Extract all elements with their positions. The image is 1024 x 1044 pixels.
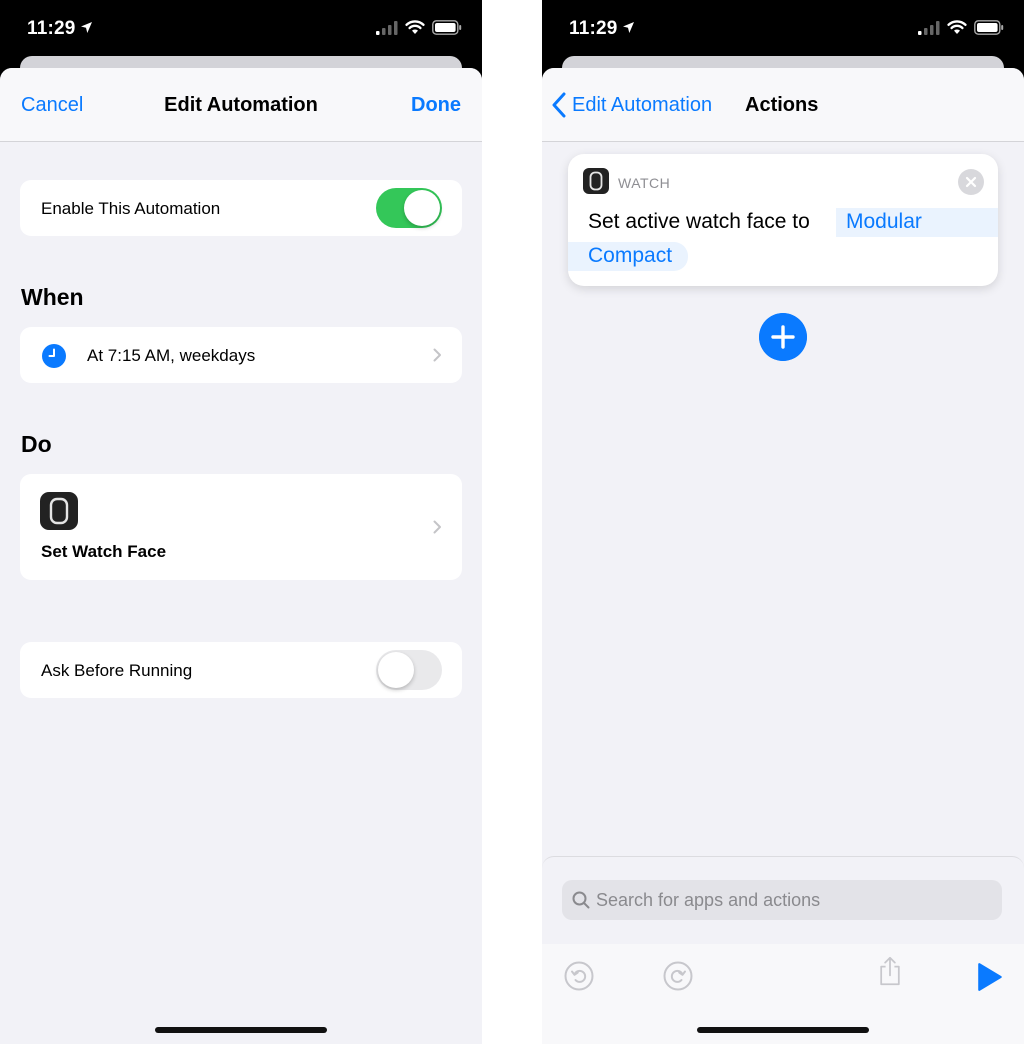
toggle-knob — [378, 652, 414, 688]
when-section-header: When — [21, 284, 84, 310]
back-button-label: Edit Automation — [572, 93, 713, 116]
action-search-panel: Search for apps and actions — [542, 856, 1024, 1044]
location-arrow-icon — [623, 22, 634, 33]
page-title: Edit Automation — [164, 94, 318, 116]
status-icons — [376, 20, 462, 35]
edit-automation-sheet: Cancel Edit Automation Done Enable This … — [0, 68, 482, 1044]
navigation-bar: Edit Automation Actions — [542, 68, 1024, 142]
wifi-icon — [947, 20, 967, 34]
actions-sheet: Edit Automation Actions WATCH Set active… — [542, 68, 1024, 1044]
wifi-icon — [405, 20, 425, 34]
redo-icon[interactable] — [663, 961, 693, 991]
remove-action-icon[interactable] — [958, 169, 984, 195]
undo-icon[interactable] — [564, 961, 594, 991]
action-card[interactable]: WATCH Set active watch face to Modular C… — [568, 154, 998, 286]
watch-app-icon — [583, 168, 609, 194]
enable-automation-label: Enable This Automation — [41, 199, 221, 218]
signal-icon — [376, 20, 398, 35]
navigation-bar: Cancel Edit Automation Done — [0, 68, 482, 142]
battery-icon — [974, 20, 1004, 35]
action-text: Set active watch face to — [588, 210, 810, 233]
action-app-label: WATCH — [618, 175, 671, 191]
toggle-knob — [404, 190, 440, 226]
ask-before-running-toggle[interactable] — [376, 650, 442, 690]
chevron-right-icon — [433, 348, 441, 362]
enable-automation-toggle[interactable] — [376, 188, 442, 228]
done-button[interactable]: Done — [411, 94, 461, 117]
action-label: Set Watch Face — [41, 542, 167, 561]
watch-face-parameter-continued[interactable]: Compact — [568, 242, 688, 271]
chevron-left-icon — [552, 92, 566, 118]
watch-face-parameter[interactable]: Modular — [836, 208, 998, 237]
page-title: Actions — [745, 94, 819, 116]
trigger-row[interactable]: At 7:15 AM, weekdays — [20, 327, 462, 383]
share-icon[interactable] — [875, 956, 905, 986]
search-icon — [572, 891, 590, 909]
action-row[interactable]: Set Watch Face — [20, 474, 462, 580]
phone-screen-actions: 11:29 Edit Automation Actions WATCH Set … — [542, 0, 1024, 1044]
status-time: 11:29 — [27, 18, 76, 39]
location-arrow-icon — [81, 22, 92, 33]
status-bar: 11:29 — [542, 0, 1024, 58]
ask-before-running-row: Ask Before Running — [20, 642, 462, 698]
do-section-header: Do — [21, 431, 52, 457]
watch-app-icon — [40, 492, 78, 530]
home-indicator[interactable] — [155, 1027, 327, 1033]
clock-icon — [42, 344, 66, 368]
status-bar: 11:29 — [0, 0, 482, 58]
back-button[interactable]: Edit Automation — [552, 92, 712, 118]
ask-before-running-label: Ask Before Running — [41, 661, 193, 680]
status-icons — [918, 20, 1004, 35]
signal-icon — [918, 20, 940, 35]
search-input[interactable]: Search for apps and actions — [562, 880, 1002, 920]
chevron-right-icon — [433, 520, 441, 534]
enable-automation-row: Enable This Automation — [20, 180, 462, 236]
home-indicator[interactable] — [697, 1027, 869, 1033]
battery-icon — [432, 20, 462, 35]
add-action-button[interactable] — [759, 313, 807, 361]
phone-screen-edit-automation: 11:29 Cancel Edit Automation Done Enable… — [0, 0, 482, 1044]
trigger-label: At 7:15 AM, weekdays — [87, 346, 256, 365]
play-icon[interactable] — [975, 962, 1005, 992]
status-time: 11:29 — [569, 18, 618, 39]
search-placeholder: Search for apps and actions — [596, 890, 821, 910]
